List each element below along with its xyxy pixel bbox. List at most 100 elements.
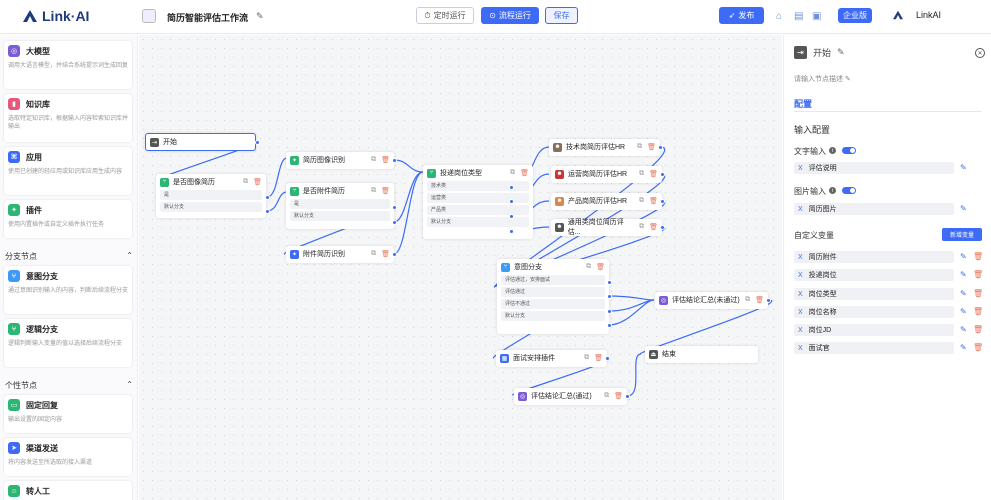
delete-icon[interactable]: 🗑 bbox=[649, 197, 658, 205]
brand-logo[interactable]: Link·AI bbox=[22, 8, 89, 24]
section-branch-nodes[interactable]: 分支节点 ⌃ bbox=[5, 251, 133, 262]
delete-icon[interactable]: 🗑 bbox=[381, 250, 390, 258]
copy-icon[interactable]: ⧉ bbox=[745, 296, 750, 304]
delete-icon[interactable]: 🗑 bbox=[973, 343, 983, 352]
copy-icon[interactable]: ⧉ bbox=[639, 223, 644, 231]
node-hr-ops[interactable]: ☻ 运营岗简历评估HR ⧉ 🗑 bbox=[551, 166, 662, 183]
custom-var-row[interactable]: X 面试官 bbox=[794, 342, 954, 354]
custom-var-row[interactable]: X 岗位名称 bbox=[794, 306, 954, 318]
output-port[interactable] bbox=[660, 199, 665, 204]
section-custom-nodes[interactable]: 个性节点 ⌃ bbox=[5, 380, 133, 391]
node-hr-prod[interactable]: ☻ 产品岗简历评估HR ⧉ 🗑 bbox=[551, 193, 662, 210]
node-job-type[interactable]: ⑂ 投递岗位类型 ⧉ 🗑 技术类 运营类 产品类 默认分支 bbox=[423, 165, 533, 239]
info-icon[interactable]: i bbox=[829, 187, 836, 194]
delete-icon[interactable]: 🗑 bbox=[614, 392, 623, 400]
output-port[interactable] bbox=[509, 229, 514, 234]
delete-icon[interactable]: 🗑 bbox=[973, 270, 983, 279]
delete-icon[interactable]: 🗑 bbox=[381, 187, 390, 195]
output-port[interactable] bbox=[265, 195, 270, 200]
flow-run-button[interactable]: ⊙ 流程运行 bbox=[481, 7, 539, 24]
copy-icon[interactable]: ⧉ bbox=[604, 392, 609, 400]
node-start[interactable]: ⇥ 开始 bbox=[145, 133, 256, 151]
info-icon[interactable]: i bbox=[829, 147, 836, 154]
output-port[interactable] bbox=[605, 356, 610, 361]
custom-var-row[interactable]: X 投递岗位 bbox=[794, 269, 954, 281]
delete-icon[interactable]: 🗑 bbox=[649, 170, 658, 178]
node-image-ocr[interactable]: ✦ 简历图像识别 ⧉ 🗑 bbox=[286, 152, 394, 169]
palette-card-plugin[interactable]: ✦ 插件 使用内置插件或自定义插件执行任务 bbox=[4, 200, 132, 238]
image-input-field[interactable]: X 简历图片 bbox=[794, 203, 954, 215]
copy-icon[interactable]: ⧉ bbox=[243, 178, 248, 186]
edit-icon[interactable]: ✎ bbox=[960, 163, 967, 172]
node-intent[interactable]: ⑂ 意图分支 ⧉ 🗑 评估通过，安排面试 评估通过 评估不通过 默认分支 bbox=[497, 259, 609, 334]
edit-icon[interactable]: ✎ bbox=[960, 204, 967, 213]
output-port[interactable] bbox=[392, 220, 397, 225]
node-end[interactable]: ⏏ 结束 bbox=[645, 346, 758, 363]
node-summary-pass[interactable]: ◎ 评估结论汇总(通过) ⧉ 🗑 bbox=[514, 388, 627, 405]
node-has-image[interactable]: ⑂ 是否图像简历 ⧉ 🗑 是 默认分支 bbox=[156, 174, 266, 218]
copy-icon[interactable]: ⧉ bbox=[510, 169, 515, 177]
output-port[interactable] bbox=[255, 140, 260, 145]
publish-button[interactable]: ➶ 发布 bbox=[719, 7, 764, 24]
palette-card-fixed-reply[interactable]: ▭ 固定回复 输出设置的固定内容 bbox=[4, 395, 132, 433]
document-icon[interactable]: ▤ bbox=[794, 11, 803, 22]
delete-icon[interactable]: 🗑 bbox=[649, 223, 658, 231]
output-port[interactable] bbox=[607, 294, 612, 299]
tab-config[interactable]: 配置 bbox=[794, 97, 812, 110]
edit-icon[interactable]: ✎ bbox=[960, 307, 967, 316]
palette-card-human[interactable]: ☺ 转人工 bbox=[4, 481, 132, 500]
close-icon[interactable]: ✕ bbox=[975, 48, 985, 58]
node-summary-fail[interactable]: ◎ 评估结论汇总(未通过) ⧉ 🗑 bbox=[655, 292, 768, 309]
delete-icon[interactable]: 🗑 bbox=[973, 289, 983, 298]
text-input-field[interactable]: X 评估说明 bbox=[794, 162, 954, 174]
copy-icon[interactable]: ⧉ bbox=[584, 354, 589, 362]
output-port[interactable] bbox=[607, 309, 612, 314]
copy-icon[interactable]: ⧉ bbox=[371, 250, 376, 258]
custom-var-row[interactable]: X 简历附件 bbox=[794, 251, 954, 263]
account-menu[interactable]: LinkAI bbox=[892, 10, 941, 20]
briefcase-icon[interactable]: ▣ bbox=[812, 11, 821, 22]
custom-var-row[interactable]: X 岗位JD bbox=[794, 324, 954, 336]
image-input-toggle[interactable] bbox=[842, 187, 856, 194]
output-port[interactable] bbox=[509, 199, 514, 204]
output-port[interactable] bbox=[658, 145, 663, 150]
edit-icon[interactable]: ✎ bbox=[960, 252, 967, 261]
palette-card-intent[interactable]: ⑂ 意图分支 通过意图识别输入的内容，判断后续流程分支 bbox=[4, 266, 132, 314]
output-port[interactable] bbox=[509, 185, 514, 190]
palette-card-llm[interactable]: ◎ 大模型 调用大语言模型，并结合系统提示词生成回复 bbox=[4, 41, 132, 89]
custom-var-row[interactable]: X 岗位类型 bbox=[794, 288, 954, 300]
edit-icon[interactable]: ✎ bbox=[960, 343, 967, 352]
output-port[interactable] bbox=[509, 214, 514, 219]
output-port[interactable] bbox=[607, 323, 612, 328]
output-port[interactable] bbox=[766, 298, 771, 303]
copy-icon[interactable]: ⧉ bbox=[371, 156, 376, 164]
delete-icon[interactable]: 🗑 bbox=[520, 169, 529, 177]
edit-icon[interactable]: ✎ bbox=[837, 47, 845, 58]
node-has-attach[interactable]: ⑂ 是否附件简历 ⧉ 🗑 是 默认分支 bbox=[286, 183, 394, 229]
edit-icon[interactable]: ✎ bbox=[960, 325, 967, 334]
delete-icon[interactable]: 🗑 bbox=[755, 296, 764, 304]
output-port[interactable] bbox=[660, 172, 665, 177]
output-port[interactable] bbox=[265, 209, 270, 214]
output-port[interactable] bbox=[392, 158, 397, 163]
delete-icon[interactable]: 🗑 bbox=[973, 325, 983, 334]
output-port[interactable] bbox=[392, 252, 397, 257]
delete-icon[interactable]: 🗑 bbox=[381, 156, 390, 164]
delete-icon[interactable]: 🗑 bbox=[647, 143, 656, 151]
palette-card-app[interactable]: ⌘ 应用 使用已创建的轻应用或知识库应用生成内容 bbox=[4, 147, 132, 195]
timed-run-button[interactable]: ⏱ 定时运行 bbox=[416, 7, 474, 24]
palette-card-logic[interactable]: ⑂ 逻辑分支 逻辑判断输入变量的值以选择后续流程分支 bbox=[4, 319, 132, 367]
enterprise-button[interactable]: 企业版 bbox=[838, 8, 872, 23]
copy-icon[interactable]: ⧉ bbox=[639, 197, 644, 205]
home-icon[interactable]: ⌂ bbox=[776, 11, 782, 22]
delete-icon[interactable]: 🗑 bbox=[973, 252, 983, 261]
edit-icon[interactable]: ✎ bbox=[960, 289, 967, 298]
output-port[interactable] bbox=[607, 280, 612, 285]
copy-icon[interactable]: ⧉ bbox=[637, 143, 642, 151]
workflow-canvas[interactable]: ⇥ 开始 ⑂ 是否图像简历 ⧉ 🗑 是 默认分支 ✦ 简历图像识别 ⧉ 🗑 ⑂ 是否附件简历 ⧉ 🗑… bbox=[139, 35, 782, 500]
add-variable-button[interactable]: 新增变量 bbox=[942, 228, 982, 241]
output-port[interactable] bbox=[625, 394, 630, 399]
delete-icon[interactable]: 🗑 bbox=[973, 307, 983, 316]
node-interview[interactable]: ▦ 面试安排插件 ⧉ 🗑 bbox=[496, 350, 607, 367]
copy-icon[interactable]: ⧉ bbox=[586, 263, 591, 271]
